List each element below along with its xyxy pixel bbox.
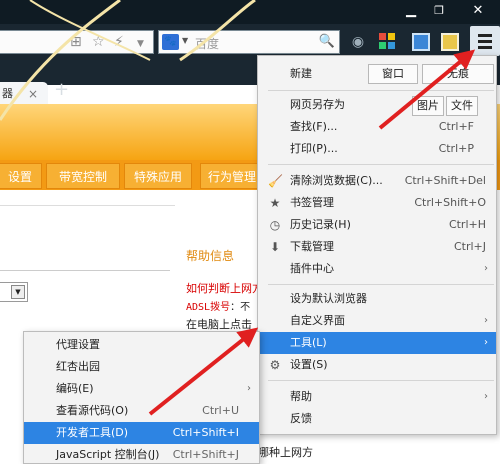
menu-item-print[interactable]: 打印(P)... Ctrl+P <box>258 138 496 160</box>
menu-item-set-default[interactable]: 设为默认浏览器 <box>258 288 496 310</box>
nav-tab-special[interactable]: 特殊应用 <box>124 163 192 189</box>
page-dropdown[interactable]: ▼ <box>0 282 28 302</box>
chevron-right-icon: › <box>484 391 488 402</box>
chevron-down-icon: ▼ <box>11 285 25 299</box>
broom-icon: 🧹 <box>268 174 283 188</box>
search-engine-icon[interactable]: 🐾 <box>162 34 179 50</box>
menu-separator <box>268 380 494 381</box>
nav-tab-settings[interactable]: 设置 <box>0 163 42 189</box>
chevron-right-icon: › <box>484 315 488 326</box>
minimize-icon[interactable]: ▁ <box>400 0 422 22</box>
menu-save-as-label: 网页另存为 <box>290 98 345 111</box>
nav-tab-behavior[interactable]: 行为管理 <box>200 163 264 189</box>
photo-icon[interactable] <box>441 33 459 51</box>
title-bar: ▁ ❐ ✕ <box>0 0 500 24</box>
grid-icon[interactable]: ⊞ <box>70 34 82 50</box>
menu-item-find[interactable]: 查找(F)... Ctrl+F <box>258 116 496 138</box>
menu-separator <box>268 90 494 91</box>
close-icon[interactable]: ✕ <box>456 0 500 22</box>
help-text: 在电脑上点击 <box>186 318 252 331</box>
help-title: 帮助信息 <box>186 249 235 263</box>
main-menu: 新建 窗口 无痕 网页另存为 图片 文件 查找(F)... Ctrl+F 打印(… <box>257 55 497 435</box>
menu-item-bookmarks[interactable]: ★ 书签管理 Ctrl+Shift+O <box>258 192 496 214</box>
new-incognito-button[interactable]: 无痕 <box>422 64 494 84</box>
address-bar[interactable]: ⊞ ☆ ⚡ ▼ <box>0 30 154 54</box>
chevron-down-icon[interactable]: ▼ <box>182 36 188 45</box>
save-file-button[interactable]: 文件 <box>446 96 478 116</box>
menu-item-customize[interactable]: 自定义界面 › <box>258 310 496 332</box>
dropdown-icon[interactable]: ▼ <box>137 36 144 52</box>
menu-item-clear-data[interactable]: 🧹 清除浏览数据(C)... Ctrl+Shift+Del <box>258 170 496 192</box>
submenu-item-js-console[interactable]: JavaScript 控制台(J) Ctrl+Shift+J <box>24 444 259 464</box>
gear-icon: ⚙ <box>269 358 281 372</box>
submenu-item-devtools[interactable]: 开发者工具(D) Ctrl+Shift+I <box>24 422 259 444</box>
save-image-button[interactable]: 图片 <box>412 96 444 116</box>
submenu-item-view-source[interactable]: 查看源代码(O) Ctrl+U <box>24 400 259 422</box>
search-icon[interactable]: 🔍 <box>319 34 335 49</box>
wifi-icon[interactable]: ◉ <box>349 33 367 51</box>
menu-item-plugins[interactable]: 插件中心 › <box>258 258 496 280</box>
tools-submenu: 代理设置 红杏出园 编码(E) › 查看源代码(O) Ctrl+U 开发者工具(… <box>23 331 260 464</box>
nav-tab-bandwidth[interactable]: 带宽控制 <box>46 163 120 189</box>
star-icon: ★ <box>269 196 281 210</box>
menu-item-history[interactable]: ◷ 历史记录(H) Ctrl+H <box>258 214 496 236</box>
menu-separator <box>268 284 494 285</box>
new-tab-icon[interactable]: + <box>54 80 69 100</box>
divider <box>0 205 175 206</box>
submenu-item-encoding[interactable]: 编码(E) › <box>24 378 259 400</box>
new-window-button[interactable]: 窗口 <box>368 64 418 84</box>
tab-close-icon[interactable]: × <box>28 82 38 106</box>
menu-item-settings[interactable]: ⚙ 设置(S) <box>258 354 496 376</box>
submenu-item-proxy[interactable]: 代理设置 <box>24 334 259 356</box>
chevron-right-icon: › <box>247 383 251 394</box>
menu-new-label: 新建 <box>290 67 312 80</box>
search-input[interactable]: 🐾 ▼ 百度 🔍 <box>158 30 340 54</box>
divider <box>0 270 170 271</box>
menu-item-help[interactable]: 帮助 › <box>258 386 496 408</box>
menu-item-feedback[interactable]: 反馈 <box>258 408 496 430</box>
menu-item-tools[interactable]: 工具(L) › <box>258 332 496 354</box>
help-text: 哪种上网方 <box>258 446 313 459</box>
tab-label: 器 <box>2 87 13 100</box>
chevron-right-icon: › <box>484 337 488 348</box>
tab-current[interactable]: 器 × <box>0 82 48 106</box>
bolt-icon[interactable]: ⚡ <box>114 34 124 50</box>
menu-separator <box>268 164 494 165</box>
hamburger-menu-icon[interactable] <box>470 26 500 56</box>
help-text: ADSL拨号：不 <box>186 302 251 313</box>
download-icon: ⬇ <box>269 240 281 254</box>
chevron-right-icon: › <box>484 263 488 274</box>
submenu-item-apricot[interactable]: 红杏出园 <box>24 356 259 378</box>
search-placeholder: 百度 <box>195 37 220 51</box>
apps-icon[interactable] <box>379 33 397 51</box>
screenshot-icon[interactable] <box>412 33 430 51</box>
maximize-icon[interactable]: ❐ <box>428 0 450 22</box>
clock-icon: ◷ <box>269 218 281 232</box>
menu-item-downloads[interactable]: ⬇ 下载管理 Ctrl+J <box>258 236 496 258</box>
help-link[interactable]: 如何判断上网方 <box>186 280 263 296</box>
star-icon[interactable]: ☆ <box>92 34 105 50</box>
